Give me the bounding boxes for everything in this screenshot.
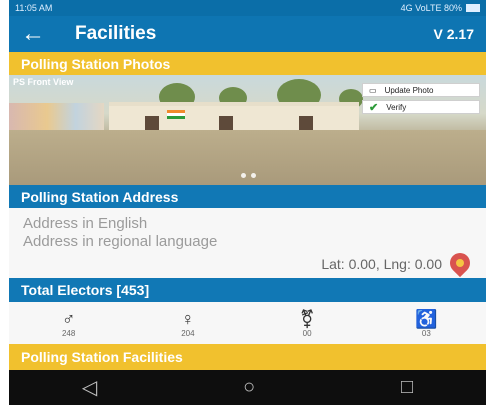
version-label: V 2.17 bbox=[433, 26, 474, 42]
elector-pwd: ♿ 03 bbox=[396, 309, 456, 338]
page-dot bbox=[251, 173, 256, 178]
elector-female: ♀ 204 bbox=[158, 309, 218, 338]
photo-page-indicator bbox=[241, 173, 256, 178]
battery-icon bbox=[466, 4, 480, 12]
male-icon: ♂ bbox=[61, 308, 76, 329]
check-icon: ✔ bbox=[369, 101, 379, 114]
back-triangle-icon[interactable]: ◁ bbox=[82, 375, 97, 400]
third-gender-icon: ⚧ bbox=[299, 308, 315, 329]
elector-third-gender: ⚧ 00 bbox=[277, 309, 337, 338]
status-time: 11:05 AM bbox=[15, 3, 53, 13]
address-section-header: Polling Station Address bbox=[9, 185, 486, 209]
coordinates-text: Lat: 0.00, Lng: 0.00 bbox=[321, 256, 442, 272]
recents-square-icon[interactable]: □ bbox=[401, 376, 413, 399]
page-dot bbox=[241, 173, 246, 178]
address-regional-field[interactable]: Address in regional language bbox=[23, 233, 217, 250]
male-count: 248 bbox=[61, 328, 76, 338]
electors-section-header: Total Electors [453] bbox=[9, 278, 486, 302]
address-header-label: Polling Station Address bbox=[21, 189, 179, 205]
wheelchair-icon: ♿ bbox=[415, 308, 438, 329]
arrow-left-icon[interactable]: ← bbox=[21, 20, 75, 48]
camera-icon: ▭ bbox=[369, 85, 377, 95]
female-icon: ♀ bbox=[181, 308, 195, 329]
address-panel: Address in English Address in regional l… bbox=[9, 208, 486, 278]
photo-label: PS Front View bbox=[13, 77, 74, 87]
system-nav-bar: ◁ ○ □ bbox=[9, 370, 486, 405]
update-photo-label: Update Photo bbox=[384, 85, 434, 95]
electors-header-label: Total Electors [453] bbox=[21, 282, 150, 298]
status-indicators: 4G VoLTE 80% bbox=[401, 3, 480, 13]
elector-male: ♂ 248 bbox=[39, 309, 99, 338]
signal-text: 4G VoLTE 80% bbox=[400, 3, 462, 13]
map-pin-icon[interactable] bbox=[445, 248, 475, 278]
page-title: Facilities bbox=[75, 23, 157, 44]
app-bar: ← Facilities V 2.17 bbox=[9, 16, 486, 52]
photos-header-label: Polling Station Photos bbox=[21, 56, 171, 72]
pwd-count: 03 bbox=[421, 328, 431, 338]
phone-screen: 11:05 AM 4G VoLTE 80% ← Facilities V 2.1… bbox=[9, 0, 486, 405]
photos-section-header: Polling Station Photos bbox=[9, 52, 486, 76]
facilities-section-header[interactable]: Polling Station Facilities bbox=[9, 344, 486, 370]
flag-stripe bbox=[167, 110, 185, 119]
home-circle-icon[interactable]: ○ bbox=[243, 376, 255, 399]
facilities-header-label: Polling Station Facilities bbox=[21, 349, 183, 365]
electors-breakdown: ♂ 248 ♀ 204 ⚧ 00 ♿ 03 bbox=[9, 302, 486, 344]
female-count: 204 bbox=[181, 328, 195, 338]
verify-label: Verify bbox=[386, 102, 407, 112]
verify-button[interactable]: ✔ Verify bbox=[362, 100, 480, 114]
painted-wall bbox=[9, 103, 104, 130]
status-bar: 11:05 AM 4G VoLTE 80% bbox=[9, 0, 486, 16]
third-gender-count: 00 bbox=[302, 328, 312, 338]
address-english-field[interactable]: Address in English bbox=[23, 215, 147, 232]
polling-station-photo[interactable]: PS Front View ▭ Update Photo ✔ Verify bbox=[9, 75, 486, 185]
update-photo-button[interactable]: ▭ Update Photo bbox=[362, 83, 480, 97]
